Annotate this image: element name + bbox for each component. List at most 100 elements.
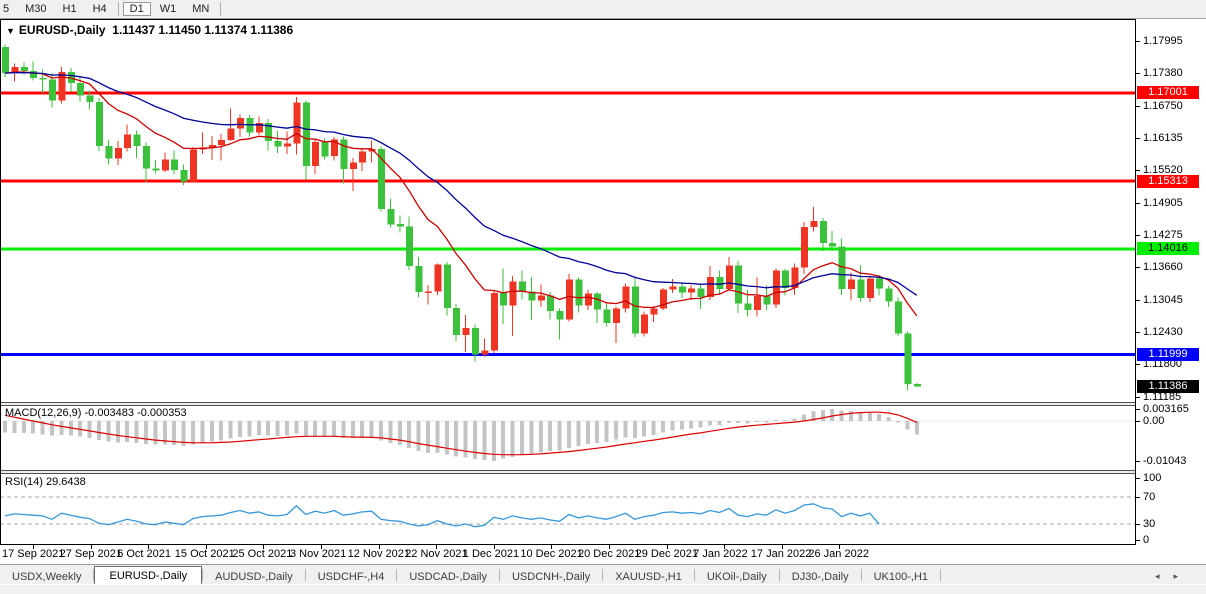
candle-body — [124, 134, 131, 148]
tab-scroll-right-icon[interactable]: ▸ — [1173, 571, 1192, 581]
candle-body — [115, 148, 122, 159]
chart-top-border — [0, 19, 1206, 20]
macd-histogram-bar — [247, 421, 251, 436]
timeframe-button-h4[interactable]: H4 — [86, 2, 114, 16]
chart-tab-audusd-daily[interactable]: AUDUSD-,Daily — [203, 568, 305, 585]
timeframe-button-m30[interactable]: M30 — [18, 2, 53, 16]
candle-body — [359, 152, 366, 163]
price-axis[interactable]: 1.179951.173801.167501.161351.155201.149… — [1136, 19, 1206, 564]
axis-tick-mark — [1136, 235, 1140, 236]
rsi-name: RSI(14) — [5, 476, 43, 488]
chart-tab-usdcnh-daily[interactable]: USDCNH-,Daily — [500, 568, 602, 585]
candle-body — [895, 302, 902, 334]
candle-body — [228, 129, 235, 141]
candle-body — [613, 308, 620, 323]
chart-tab-eurusd-daily[interactable]: EURUSD-,Daily — [94, 566, 202, 585]
candle-body — [162, 159, 169, 170]
axis-tick-mark — [1136, 170, 1140, 171]
candle-body — [21, 67, 28, 71]
macd-histogram-bar — [59, 421, 63, 435]
macd-histogram-bar — [642, 421, 646, 436]
level-line-1.11999[interactable] — [0, 353, 1136, 356]
candle-body — [876, 279, 883, 289]
date-label: 12 Nov 2021 — [348, 548, 410, 560]
macd-histogram-bar — [633, 421, 637, 438]
macd-histogram-bar — [539, 421, 543, 452]
macd-axis-tick: -0.01043 — [1143, 455, 1186, 467]
candle-body — [58, 72, 65, 100]
price-tick: 1.12430 — [1143, 326, 1183, 338]
price-tick: 1.13045 — [1143, 294, 1183, 306]
candle-body — [801, 227, 808, 268]
axis-tick-mark — [1136, 138, 1140, 139]
timeframe-button-d1[interactable]: D1 — [123, 2, 151, 16]
timeframe-button-mn[interactable]: MN — [185, 2, 216, 16]
macd-histogram-bar — [717, 421, 721, 425]
level-price-badge-1.14016: 1.14016 — [1137, 242, 1199, 255]
chart-tab-xauusd-h1[interactable]: XAUUSD-,H1 — [603, 568, 694, 585]
macd-histogram-bar — [454, 421, 458, 457]
date-label: 29 Dec 2021 — [636, 548, 698, 560]
candle-body — [472, 328, 479, 354]
macd-histogram-bar — [426, 421, 430, 453]
macd-histogram-bar — [304, 421, 308, 436]
chart-ohlc-values: 1.11437 1.11450 1.11374 1.11386 — [112, 23, 293, 37]
candle-body — [491, 293, 498, 351]
macd-histogram-bar — [116, 421, 120, 442]
chart-tab-usdx-weekly[interactable]: USDX,Weekly — [0, 568, 93, 585]
candle-body — [641, 315, 648, 334]
price-chart-canvas[interactable] — [0, 20, 1136, 402]
timeframe-button-w1[interactable]: W1 — [153, 2, 184, 16]
date-label: 1 Dec 2021 — [463, 548, 519, 560]
rsi-axis-tick: 100 — [1143, 472, 1161, 484]
price-tick: 1.17995 — [1143, 35, 1183, 47]
chart-tab-dj30-daily[interactable]: DJ30-,Daily — [780, 568, 861, 585]
chart-tab-ukoil-daily[interactable]: UKOil-,Daily — [695, 568, 779, 585]
level-line-1.14016[interactable] — [0, 248, 1136, 251]
macd-histogram-bar — [858, 412, 862, 421]
candle-body — [397, 224, 404, 226]
macd-histogram-bar — [877, 414, 881, 421]
axis-tick-mark — [1136, 300, 1140, 301]
macd-histogram-bar — [323, 421, 327, 437]
candle-body — [575, 280, 582, 306]
macd-histogram-bar — [191, 421, 195, 444]
macd-histogram-bar — [586, 421, 590, 444]
chart-tab-bar: USDX,WeeklyEURUSD-,DailyAUDUSD-,DailyUSD… — [0, 564, 1206, 585]
level-line-1.17001[interactable] — [0, 92, 1136, 95]
macd-histogram-bar — [830, 409, 834, 421]
moving-average-line — [5, 72, 917, 316]
status-strip — [0, 584, 1206, 594]
date-label: 22 Nov 2021 — [405, 548, 467, 560]
chart-tab-uk100-h1[interactable]: UK100-,H1 — [862, 568, 940, 585]
rsi-panel-canvas[interactable] — [0, 474, 1136, 544]
candle-body — [754, 296, 761, 310]
tab-scroll-left-icon[interactable]: ◂ — [1155, 571, 1174, 581]
candle-body — [387, 209, 394, 224]
price-tick: 1.17380 — [1143, 67, 1183, 79]
rsi-line — [5, 504, 879, 527]
macd-histogram-bar — [97, 421, 101, 440]
date-label: 10 Dec 2021 — [520, 548, 582, 560]
macd-histogram-bar — [276, 421, 280, 436]
chart-tab-usdchf-h4[interactable]: USDCHF-,H4 — [306, 568, 397, 585]
timeframe-toolbar: 5M30H1H4 D1W1MN — [0, 0, 1206, 19]
chart-dropdown-icon[interactable]: ▼ — [6, 26, 15, 36]
macd-histogram-bar — [144, 421, 148, 444]
macd-histogram-bar — [238, 421, 242, 437]
timeframe-button-5[interactable]: 5 — [1, 2, 16, 16]
candle-body — [914, 384, 921, 387]
macd-histogram-bar — [473, 421, 477, 459]
time-axis[interactable]: 17 Sep 202127 Sep 20216 Oct 202115 Oct 2… — [0, 545, 1206, 563]
candle-body — [143, 146, 150, 169]
chart-symbol-label: EURUSD-,Daily — [19, 23, 106, 37]
timeframe-button-h1[interactable]: H1 — [56, 2, 84, 16]
chart-tab-usdcad-daily[interactable]: USDCAD-,Daily — [397, 568, 499, 585]
level-line-1.15313[interactable] — [0, 180, 1136, 183]
trading-terminal-window: 5M30H1H4 D1W1MN ▼ EURUSD-,Daily 1.11437 1.… — [0, 0, 1206, 594]
candle-body — [181, 170, 188, 182]
macd-histogram-bar — [614, 421, 618, 440]
macd-histogram-bar — [50, 421, 54, 436]
macd-histogram-bar — [708, 421, 712, 426]
macd-histogram-bar — [22, 421, 26, 433]
